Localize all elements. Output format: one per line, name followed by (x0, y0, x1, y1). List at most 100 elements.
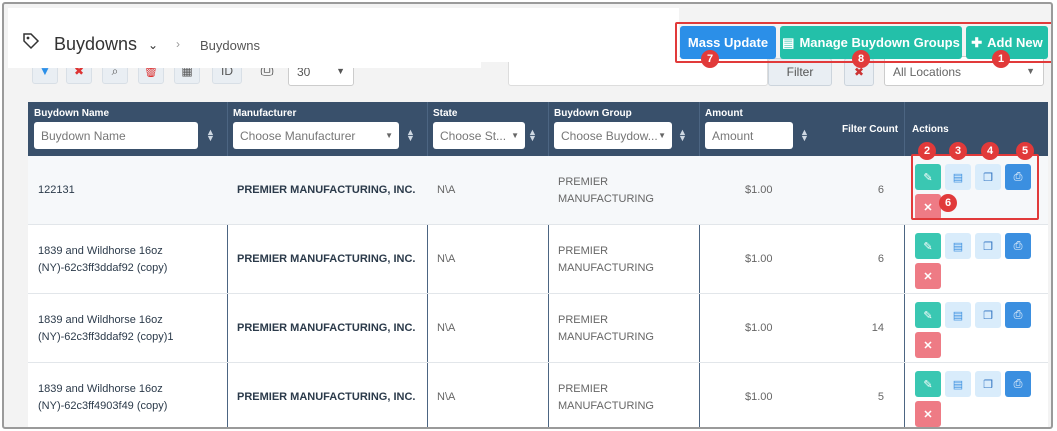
column-header-amount: Amount (705, 108, 743, 119)
print-icon[interactable]: ⎙ (1005, 233, 1031, 259)
filter-count-cell: 5 (877, 391, 884, 403)
group-line1: PREMIER (558, 383, 609, 395)
buydown-name-line1: 122131 (38, 184, 75, 196)
delete-icon[interactable]: ✕ (915, 401, 941, 427)
chevron-down-icon[interactable]: ⌄ (148, 38, 158, 52)
callout-badge: 3 (949, 142, 967, 160)
print-icon[interactable]: ⎙ (1005, 371, 1031, 397)
breadcrumb[interactable]: Buydowns (200, 38, 260, 53)
amount-cell: $1.00 (745, 322, 773, 334)
amount-cell: $1.00 (745, 253, 773, 265)
group-line1: PREMIER (558, 245, 609, 257)
table-row[interactable]: 1839 and Wildhorse 16oz (NY)-62c3ff4903f… (28, 363, 1048, 427)
buydown-name[interactable]: 1839 and Wildhorse 16oz (NY)-62c3ff3ddaf… (38, 243, 167, 277)
sort-icon[interactable]: ▲ ▼ (206, 128, 215, 143)
page-title[interactable]: Buydowns (54, 34, 137, 55)
amount-filter-input[interactable]: Amount (705, 122, 793, 149)
column-header-state: State (433, 108, 458, 119)
highlight-box-actions (911, 154, 1039, 220)
buydown-name-line1: 1839 and Wildhorse 16oz (38, 383, 163, 395)
edit-icon[interactable]: ✎ (915, 302, 941, 328)
table-row[interactable]: 1839 and Wildhorse 16oz (NY)-62c3ff3ddaf… (28, 225, 1048, 294)
manage-groups-label: Manage Buydown Groups (799, 35, 960, 50)
sort-icon[interactable]: ▲ ▼ (800, 128, 809, 143)
sort-icon[interactable]: ▲ ▼ (678, 128, 687, 143)
document-icon[interactable]: ▤ (945, 302, 971, 328)
column-header-group: Buydown Group (554, 108, 632, 119)
chevron-down-icon: ▼ (658, 131, 666, 140)
group-line2: MANUFACTURING (558, 193, 654, 205)
header-extension (481, 8, 679, 62)
list-icon: ▤ (782, 34, 795, 50)
print-icon[interactable]: ⎙ (1005, 302, 1031, 328)
delete-icon[interactable]: ✕ (915, 263, 941, 289)
buydown-name[interactable]: 1839 and Wildhorse 16oz (NY)-62c3ff4903f… (38, 381, 167, 415)
table-header: Buydown Name Buydown Name ▲ ▼ Manufacture… (28, 102, 1048, 156)
manufacturer-filter-value: Choose Manufacturer (240, 129, 356, 143)
group-line1: PREMIER (558, 314, 609, 326)
buydown-name[interactable]: 122131 (38, 182, 75, 199)
filter-count-cell: 14 (871, 322, 884, 334)
name-filter-input[interactable]: Buydown Name (34, 122, 198, 149)
sort-icon[interactable]: ▲ ▼ (528, 128, 537, 143)
group-filter-select[interactable]: Choose Buydow... ▼ (554, 122, 672, 149)
group-filter-value: Choose Buydow... (561, 129, 658, 143)
column-header-name: Buydown Name (34, 108, 110, 119)
callout-badge: 6 (939, 194, 957, 212)
filter-count-cell: 6 (877, 253, 884, 265)
copy-icon[interactable]: ❐ (975, 233, 1001, 259)
manufacturer-cell: PREMIER MANUFACTURING, INC. (237, 391, 416, 403)
location-value: All Locations (893, 65, 962, 79)
group-cell: PREMIER MANUFACTURING (558, 174, 654, 208)
buydown-name-line1: 1839 and Wildhorse 16oz (38, 314, 163, 326)
document-icon[interactable]: ▤ (945, 233, 971, 259)
callout-badge: 8 (852, 50, 870, 68)
manufacturer-cell: PREMIER MANUFACTURING, INC. (237, 184, 416, 196)
filter-count-cell: 6 (877, 184, 884, 196)
callout-badge: 1 (992, 50, 1010, 68)
copy-icon[interactable]: ❐ (975, 371, 1001, 397)
table-row[interactable]: 1839 and Wildhorse 16oz (NY)-62c3ff3ddaf… (28, 294, 1048, 363)
edit-icon[interactable]: ✎ (915, 371, 941, 397)
buydown-name[interactable]: 1839 and Wildhorse 16oz (NY)-62c3ff3ddaf… (38, 312, 174, 346)
callout-badge: 4 (981, 142, 999, 160)
tag-icon (23, 33, 40, 50)
plus-icon: ✚ (971, 34, 983, 50)
state-filter-select[interactable]: Choose St... ▼ (433, 122, 525, 149)
group-line2: MANUFACTURING (558, 331, 654, 343)
mass-update-button[interactable]: Mass Update (680, 26, 776, 59)
column-header-manufacturer: Manufacturer (233, 108, 297, 119)
table-row[interactable]: 122131 PREMIER MANUFACTURING, INC. N\A P… (28, 156, 1048, 225)
group-line1: PREMIER (558, 176, 609, 188)
app-window: ▼ ✖ ⌕ 🗑 ▦ ID ⎙ 30 ▼ Filter ✖ All Location… (2, 2, 1053, 429)
chevron-down-icon: ▼ (511, 131, 519, 140)
edit-icon[interactable]: ✎ (915, 233, 941, 259)
manufacturer-cell: PREMIER MANUFACTURING, INC. (237, 253, 416, 265)
chevron-right-icon: › (176, 37, 180, 51)
state-cell: N\A (437, 184, 456, 196)
group-line2: MANUFACTURING (558, 400, 654, 412)
callout-badge: 5 (1016, 142, 1034, 160)
callout-badge: 2 (918, 142, 936, 160)
amount-cell: $1.00 (745, 391, 773, 403)
state-cell: N\A (437, 391, 456, 403)
document-icon[interactable]: ▤ (945, 371, 971, 397)
manage-buydown-groups-button[interactable]: ▤ Manage Buydown Groups (780, 26, 962, 59)
buydown-name-line2: (NY)-62c3ff3ddaf92 (copy)1 (38, 331, 174, 343)
state-cell: N\A (437, 322, 456, 334)
sort-icon[interactable]: ▲ ▼ (406, 128, 415, 143)
group-cell: PREMIER MANUFACTURING (558, 312, 654, 346)
delete-icon[interactable]: ✕ (915, 332, 941, 358)
copy-icon[interactable]: ❐ (975, 302, 1001, 328)
callout-badge: 7 (701, 50, 719, 68)
add-new-label: Add New (987, 35, 1043, 50)
buydown-name-line1: 1839 and Wildhorse 16oz (38, 245, 163, 257)
group-cell: PREMIER MANUFACTURING (558, 381, 654, 415)
buydown-name-line2: (NY)-62c3ff3ddaf92 (copy) (38, 262, 168, 274)
column-header-filter-count: Filter Count (842, 124, 899, 135)
chevron-down-icon: ▼ (385, 131, 393, 140)
amount-cell: $1.00 (745, 184, 773, 196)
column-header-actions: Actions (912, 124, 949, 135)
manufacturer-filter-select[interactable]: Choose Manufacturer ▼ (233, 122, 399, 149)
group-cell: PREMIER MANUFACTURING (558, 243, 654, 277)
